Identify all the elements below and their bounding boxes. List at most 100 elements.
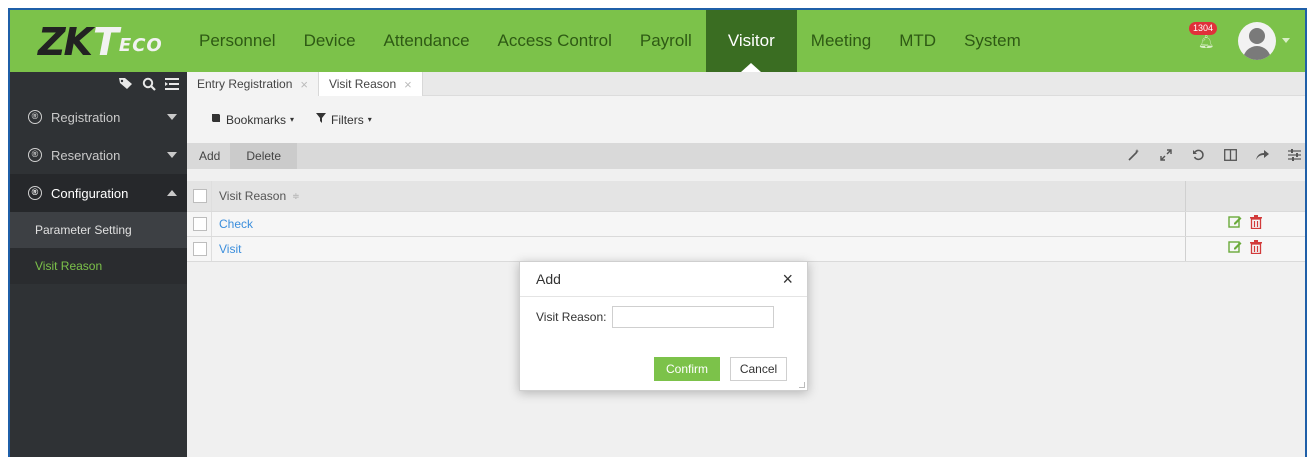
tab-entry-registration[interactable]: Entry Registration ×	[187, 72, 319, 96]
page-tabs: Entry Registration × Visit Reason ×	[187, 72, 1305, 96]
logo-t: T	[93, 20, 119, 64]
sidebar-group-label: Configuration	[51, 185, 129, 201]
tab-visit-reason[interactable]: Visit Reason ×	[318, 72, 423, 96]
caret-down-icon: ▾	[367, 115, 372, 124]
select-all-checkbox[interactable]	[193, 189, 207, 203]
avatar-head	[1249, 28, 1265, 44]
tab-label: Entry Registration	[197, 77, 293, 91]
add-button[interactable]: Add	[187, 143, 230, 169]
visit-reason-link[interactable]: Check	[219, 217, 253, 231]
avatar-body	[1243, 46, 1271, 60]
visit-reason-input[interactable]	[612, 306, 775, 328]
sidebar-group-label: Registration	[51, 109, 121, 125]
sidebar-item-visit-reason[interactable]: Visit Reason	[10, 248, 187, 284]
filters-label: Filters	[331, 112, 364, 127]
edit-icon[interactable]	[1228, 215, 1242, 232]
registered-icon: ®	[28, 110, 42, 124]
nav-system[interactable]: System	[950, 10, 1035, 72]
cancel-button[interactable]: Cancel	[730, 357, 787, 381]
nav-access-control[interactable]: Access Control	[484, 10, 626, 72]
chevron-down-icon	[167, 114, 177, 120]
row-checkbox[interactable]	[193, 217, 207, 231]
nav-attendance[interactable]: Attendance	[370, 10, 484, 72]
add-visit-reason-dialog: Add × Visit Reason: Confirm Cancel	[519, 261, 808, 391]
settings-sliders-icon[interactable]	[1285, 148, 1303, 164]
bookmarks-dropdown[interactable]: Bookmarks ▾	[211, 113, 294, 127]
delete-button[interactable]: Delete	[230, 143, 298, 169]
sidebar: ® Registration ® Reservation ® Configura…	[10, 72, 187, 457]
column-divider	[1185, 181, 1186, 211]
nav-visitor-label: Visitor	[727, 31, 775, 50]
resize-handle-icon[interactable]	[799, 382, 805, 388]
chevron-down-icon	[167, 152, 177, 158]
refresh-icon[interactable]	[1189, 148, 1207, 164]
close-icon[interactable]: ×	[404, 77, 412, 92]
table-row: Visit	[187, 237, 1305, 262]
columns-icon[interactable]	[1221, 148, 1239, 164]
sidebar-group-registration[interactable]: ® Registration	[10, 98, 187, 136]
app-window: ZK T ECO Personnel Device Attendance Acc…	[8, 8, 1307, 457]
nav-meeting[interactable]: Meeting	[797, 10, 885, 72]
column-divider	[211, 237, 212, 261]
column-header-visit-reason[interactable]: Visit Reason	[219, 189, 286, 203]
nav-visitor[interactable]: Visitor	[705, 10, 797, 72]
sidebar-tools	[10, 72, 187, 98]
column-divider	[1185, 212, 1186, 236]
bookmark-icon	[211, 113, 221, 126]
nav-payroll[interactable]: Payroll	[626, 10, 706, 72]
nav-mtd[interactable]: MTD	[885, 10, 950, 72]
active-caret-icon	[741, 63, 762, 72]
zkteco-logo[interactable]: ZK T ECO	[38, 22, 163, 62]
grid-toolbar: Add Delete	[187, 143, 1305, 169]
main-menu: Personnel Device Attendance Access Contr…	[185, 10, 1035, 72]
grid-header-row: Visit Reason ≑	[187, 181, 1305, 212]
sidebar-group-configuration[interactable]: ® Configuration	[10, 174, 187, 212]
table-row: Check	[187, 212, 1305, 237]
logo-zk: ZK	[38, 20, 93, 64]
confirm-button[interactable]: Confirm	[654, 357, 720, 381]
notification-bell[interactable]: 1304 🔔︎	[1189, 22, 1219, 52]
column-divider	[211, 181, 212, 211]
sidebar-group-reservation[interactable]: ® Reservation	[10, 136, 187, 174]
list-collapse-icon[interactable]	[165, 77, 179, 93]
sort-icon[interactable]: ≑	[292, 191, 300, 202]
top-navigation-bar: ZK T ECO Personnel Device Attendance Acc…	[10, 10, 1305, 72]
logo-eco: ECO	[118, 35, 163, 56]
chevron-up-icon	[167, 190, 177, 196]
user-avatar[interactable]	[1238, 22, 1276, 60]
bookmarks-label: Bookmarks	[226, 112, 287, 127]
dialog-header: Add ×	[520, 262, 807, 297]
tag-icon[interactable]	[118, 77, 133, 93]
nav-device[interactable]: Device	[290, 10, 370, 72]
filters-dropdown[interactable]: Filters ▾	[316, 113, 372, 127]
share-icon[interactable]	[1253, 149, 1271, 164]
column-divider	[1185, 237, 1186, 261]
visit-reason-link[interactable]: Visit	[219, 242, 241, 256]
row-checkbox[interactable]	[193, 242, 207, 256]
row-actions	[1228, 215, 1262, 232]
dialog-title: Add	[536, 271, 561, 287]
magic-wand-icon[interactable]	[1125, 148, 1143, 164]
sidebar-item-parameter-setting[interactable]: Parameter Setting	[10, 212, 187, 248]
trash-icon[interactable]	[1250, 215, 1262, 232]
bell-icon: 🔔︎	[1198, 34, 1215, 49]
trash-icon[interactable]	[1250, 240, 1262, 257]
close-icon[interactable]: ×	[782, 270, 793, 288]
toolbar-icons	[1125, 143, 1303, 169]
search-icon[interactable]	[142, 77, 156, 94]
edit-icon[interactable]	[1228, 240, 1242, 257]
row-actions	[1228, 240, 1262, 257]
visit-reason-field-row: Visit Reason:	[536, 306, 775, 328]
close-icon[interactable]: ×	[300, 77, 308, 92]
nav-personnel[interactable]: Personnel	[185, 10, 290, 72]
filter-bar: Bookmarks ▾ Filters ▾	[187, 96, 1305, 143]
sidebar-group-label: Reservation	[51, 147, 121, 163]
filter-icon	[316, 113, 327, 126]
expand-icon[interactable]	[1157, 148, 1175, 164]
chevron-down-icon[interactable]	[1282, 38, 1290, 43]
registered-icon: ®	[28, 186, 42, 200]
visit-reason-grid: Visit Reason ≑ Check Visit	[187, 181, 1305, 262]
caret-down-icon: ▾	[290, 115, 295, 124]
tab-label: Visit Reason	[328, 77, 397, 91]
registered-icon: ®	[28, 148, 42, 162]
